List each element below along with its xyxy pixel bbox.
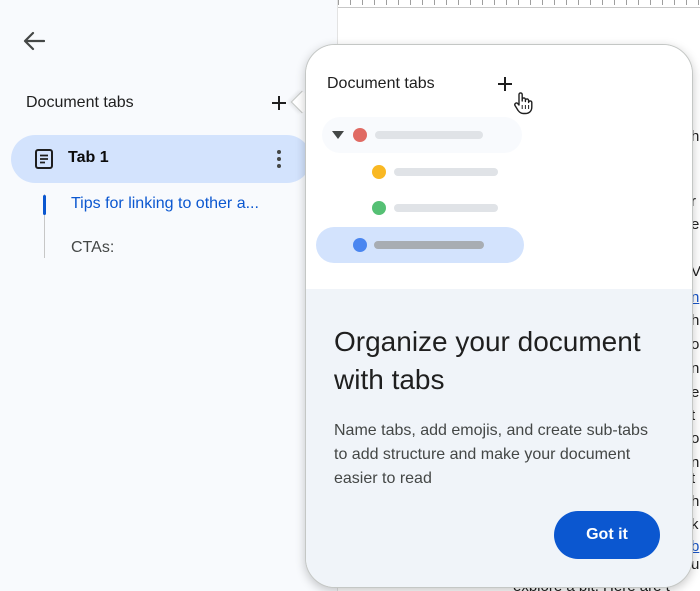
illustration-row-parent (322, 117, 522, 153)
got-it-button[interactable]: Got it (554, 511, 660, 559)
outline-item-ctas[interactable]: CTAs: (71, 239, 114, 257)
placeholder-bar (394, 168, 498, 176)
green-dot-icon (372, 201, 386, 215)
back-button[interactable] (18, 27, 50, 55)
popover-description: Name tabs, add emojis, and create sub-ta… (334, 422, 648, 487)
blue-dot-icon (353, 238, 367, 252)
more-vert-icon (277, 150, 281, 154)
placeholder-bar (375, 131, 483, 139)
tab-more-options-button[interactable] (269, 147, 289, 171)
arrow-back-icon (23, 31, 45, 51)
document-icon (35, 149, 53, 169)
red-dot-icon (353, 128, 367, 142)
sidebar-title: Document tabs (26, 94, 134, 111)
outline-active-indicator (43, 195, 46, 215)
plus-icon (272, 96, 286, 110)
popover-content: Organize your document with tabs Name ta… (306, 289, 692, 587)
placeholder-bar (374, 241, 484, 249)
add-tab-button[interactable] (268, 92, 290, 114)
yellow-dot-icon (372, 165, 386, 179)
tab-item-tab-1[interactable]: Tab 1 (11, 135, 311, 183)
hand-pointer-icon (514, 92, 533, 115)
plus-icon (498, 77, 512, 91)
illustration-panel: Document tabs (306, 45, 535, 289)
illustration-row-selected (316, 227, 524, 263)
tabs-intro-popover: Document tabs Organize your document wit… (305, 44, 693, 588)
illustration-title: Document tabs (327, 75, 435, 92)
horizontal-ruler[interactable] (338, 0, 700, 8)
illustration-doc-preview (535, 45, 692, 289)
placeholder-bar (394, 204, 498, 212)
popover-heading: Organize your document with tabs (334, 326, 641, 395)
outline-item-tips[interactable]: Tips for linking to other a... (71, 195, 259, 213)
caret-down-icon (332, 131, 344, 139)
tab-label: Tab 1 (68, 149, 109, 166)
